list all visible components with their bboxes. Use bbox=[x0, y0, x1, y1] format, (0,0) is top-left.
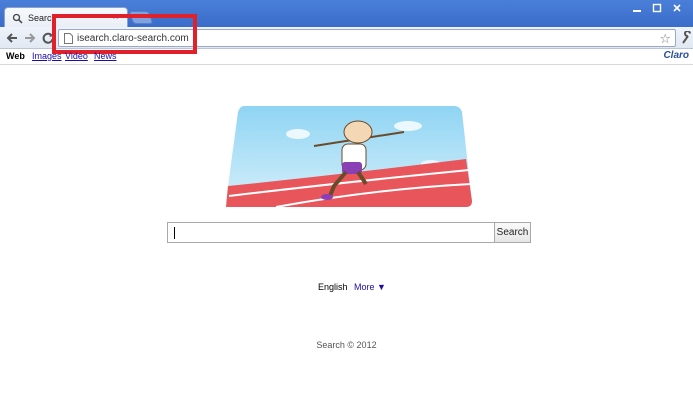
text-caret bbox=[174, 227, 175, 239]
search-input[interactable] bbox=[167, 222, 495, 243]
window-controls bbox=[627, 0, 687, 15]
nav-news[interactable]: News bbox=[94, 51, 117, 61]
language-label: English bbox=[318, 282, 348, 292]
hero-illustration bbox=[226, 106, 472, 207]
nav-video[interactable]: Video bbox=[65, 51, 88, 61]
forward-arrow-icon[interactable] bbox=[22, 30, 38, 46]
more-languages-link[interactable]: More ▼ bbox=[354, 282, 386, 292]
brand-logo: Claro bbox=[663, 50, 689, 61]
close-icon[interactable] bbox=[667, 0, 687, 15]
search-nav-bar: Web Images Video News Claro bbox=[0, 49, 693, 65]
url-highlight-box bbox=[52, 14, 197, 54]
search-icon bbox=[12, 13, 23, 24]
search-button[interactable]: Search bbox=[494, 222, 531, 243]
minimize-icon[interactable] bbox=[627, 0, 647, 15]
footer-copyright: Search © 2012 bbox=[316, 340, 377, 350]
star-icon[interactable]: ☆ bbox=[659, 31, 671, 47]
back-arrow-icon[interactable] bbox=[4, 30, 20, 46]
wrench-icon[interactable] bbox=[680, 31, 692, 45]
nav-web[interactable]: Web bbox=[6, 51, 25, 61]
browser-window: Search × isearch.claro-search.com ☆ Web … bbox=[0, 0, 693, 403]
maximize-icon[interactable] bbox=[647, 0, 667, 15]
nav-images[interactable]: Images bbox=[32, 51, 62, 61]
